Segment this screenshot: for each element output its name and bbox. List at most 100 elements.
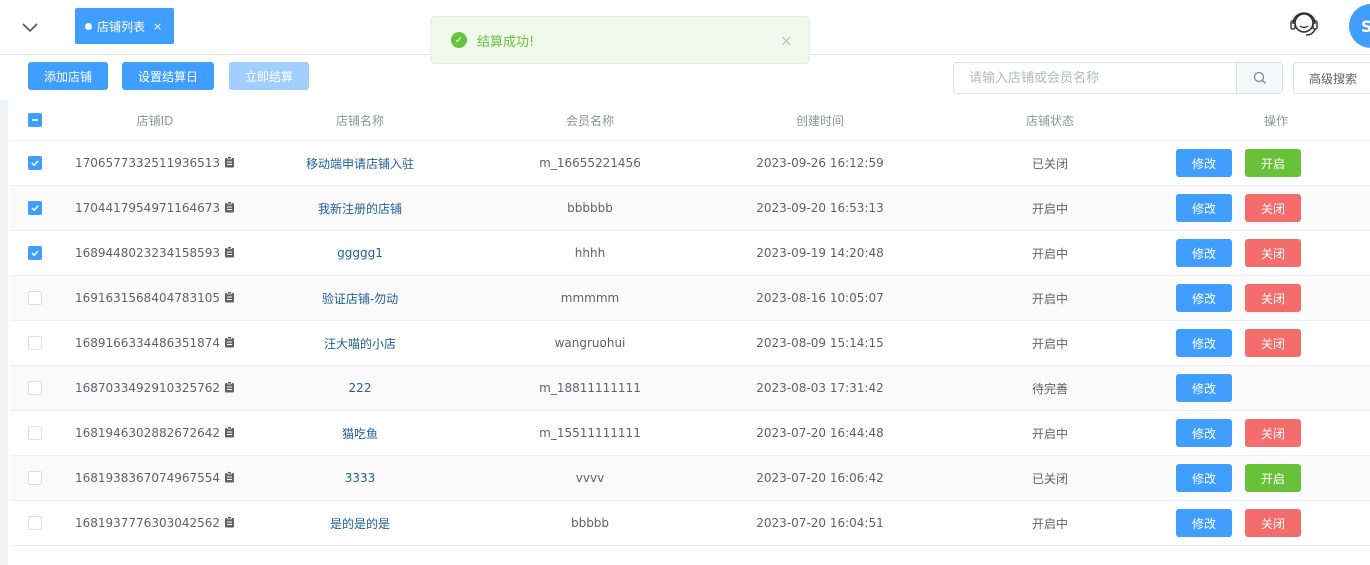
shop-id: 1689448023234158593 [70,246,240,260]
shop-name-link[interactable]: 汪大喵的小店 [260,335,460,352]
shop-name-link[interactable]: ggggg1 [260,246,460,260]
row-checkbox[interactable] [28,291,42,306]
close-shop-button[interactable]: 关闭 [1245,239,1301,267]
toast-close-icon[interactable]: × [780,31,793,50]
open-shop-button[interactable]: 开启 [1245,149,1301,177]
copy-icon[interactable] [224,156,235,168]
row-checkbox[interactable] [28,246,42,261]
check-circle-icon: ✓ [451,32,467,48]
shop-id: 1681938367074967554 [70,471,240,485]
shop-name-link[interactable]: 验证店铺-勿动 [260,290,460,307]
created-time: 2023-08-03 17:31:42 [756,381,884,395]
close-shop-button[interactable]: 关闭 [1245,509,1301,537]
copy-icon[interactable] [224,426,235,438]
row-checkbox[interactable] [28,516,42,531]
table-row: 1681938367074967554 3333 vvvv 2023-07-20 16… [10,456,1370,501]
created-time: 2023-09-19 14:20:48 [756,246,884,260]
avatar[interactable]: S [1349,4,1370,48]
row-checkbox[interactable] [28,381,42,396]
close-shop-button[interactable]: 关闭 [1245,284,1301,312]
search-button[interactable] [1236,63,1282,93]
shop-name-link[interactable]: 3333 [260,471,460,485]
row-checkbox[interactable] [28,201,42,216]
shop-status: 开启中 [1031,291,1068,306]
edit-shop-button[interactable]: 修改 [1176,194,1232,222]
shop-id: 1704417954971164673 [70,201,240,215]
copy-icon[interactable] [224,471,235,483]
shop-name-link[interactable]: 猫吃鱼 [260,425,460,442]
row-checkbox[interactable] [28,156,42,171]
chevron-down-icon[interactable] [18,15,42,39]
row-actions: 修改 关闭 [1176,509,1370,537]
row-actions: 修改 [1176,374,1370,402]
member-name: wangruohui [554,336,626,350]
search-icon [1253,71,1266,84]
copy-icon[interactable] [224,516,235,528]
shop-name-link[interactable]: 222 [260,381,460,395]
edit-shop-button[interactable]: 修改 [1176,329,1232,357]
copy-icon[interactable] [224,291,235,303]
shop-id: 1687033492910325762 [70,381,240,395]
shop-name-link[interactable]: 是的是的是 [260,515,460,532]
close-shop-button[interactable]: 关闭 [1245,194,1301,222]
header-name: 店铺名称 [335,113,384,128]
member-name: vvvv [575,471,605,485]
shop-status: 开启中 [1031,246,1068,261]
created-time: 2023-08-09 15:14:15 [756,336,884,350]
row-checkbox[interactable] [28,336,42,351]
settle-now-button[interactable]: 立即结算 [229,62,309,90]
edit-shop-button[interactable]: 修改 [1176,419,1232,447]
edit-shop-button[interactable]: 修改 [1176,374,1232,402]
copy-icon[interactable] [224,336,235,348]
shop-id-text: 1681946302882672642 [74,426,221,440]
open-shop-button[interactable]: 开启 [1245,464,1301,492]
select-all-checkbox[interactable] [28,113,42,128]
row-actions: 修改 关闭 [1176,194,1370,222]
edit-shop-button[interactable]: 修改 [1176,284,1232,312]
member-name: mmmmm [560,291,620,305]
created-time: 2023-07-20 16:06:42 [756,471,884,485]
customer-service-icon[interactable] [1287,6,1321,40]
table-row: 1681946302882672642 猫吃鱼 m_15511111111 2023-… [10,411,1370,456]
shop-id: 1689166334486351874 [70,336,240,350]
tab-shop-list[interactable]: 店铺列表 × [75,8,174,44]
shop-name-link[interactable]: 我新注册的店铺 [260,200,460,217]
row-actions: 修改 开启 [1176,464,1370,492]
shop-id-text: 1687033492910325762 [74,381,221,395]
row-checkbox[interactable] [28,426,42,441]
copy-icon[interactable] [224,201,235,213]
advanced-search-button[interactable]: 高级搜索 [1293,62,1370,94]
edit-shop-button[interactable]: 修改 [1176,239,1232,267]
shop-name-link[interactable]: 移动端申请店铺入驻 [260,155,460,172]
edit-shop-button[interactable]: 修改 [1176,464,1232,492]
search-box [953,62,1283,94]
table-row: 1687033492910325762 222 m_18811111111 2023-… [10,366,1370,411]
copy-icon[interactable] [224,246,235,258]
table-header: 店铺ID 店铺名称 会员名称 创建时间 店铺状态 操作 [10,100,1370,141]
edit-shop-button[interactable]: 修改 [1176,149,1232,177]
set-settle-day-button[interactable]: 设置结算日 [122,62,214,90]
member-name: bbbbbb [567,201,613,215]
table-row: 1704417954971164673 我新注册的店铺 bbbbbb 2023-09-… [10,186,1370,231]
shop-status: 已关闭 [1031,471,1068,486]
row-actions: 修改 关闭 [1176,239,1370,267]
row-checkbox[interactable] [28,471,42,486]
copy-icon[interactable] [224,381,235,393]
member-name: bbbbb [570,516,610,530]
tab-close-icon[interactable]: × [153,20,162,33]
close-shop-button[interactable]: 关闭 [1245,419,1301,447]
header-time: 创建时间 [795,113,844,128]
member-name: m_18811111111 [539,381,641,395]
search-input[interactable] [954,63,1236,93]
row-actions: 修改 关闭 [1176,329,1370,357]
created-time: 2023-08-16 10:05:07 [756,291,884,305]
success-toast: ✓ 结算成功! × [430,16,810,64]
add-shop-button[interactable]: 添加店铺 [28,62,108,90]
header-member: 会员名称 [565,113,614,128]
shop-status: 开启中 [1031,336,1068,351]
edit-shop-button[interactable]: 修改 [1176,509,1232,537]
close-shop-button[interactable]: 关闭 [1245,329,1301,357]
table-row: 1689448023234158593 ggggg1 hhhh 2023-09-19 … [10,231,1370,276]
shop-id-text: 1689166334486351874 [74,336,221,350]
table-row: 1691631568404783105 验证店铺-勿动 mmmmm 2023-08-1… [10,276,1370,321]
